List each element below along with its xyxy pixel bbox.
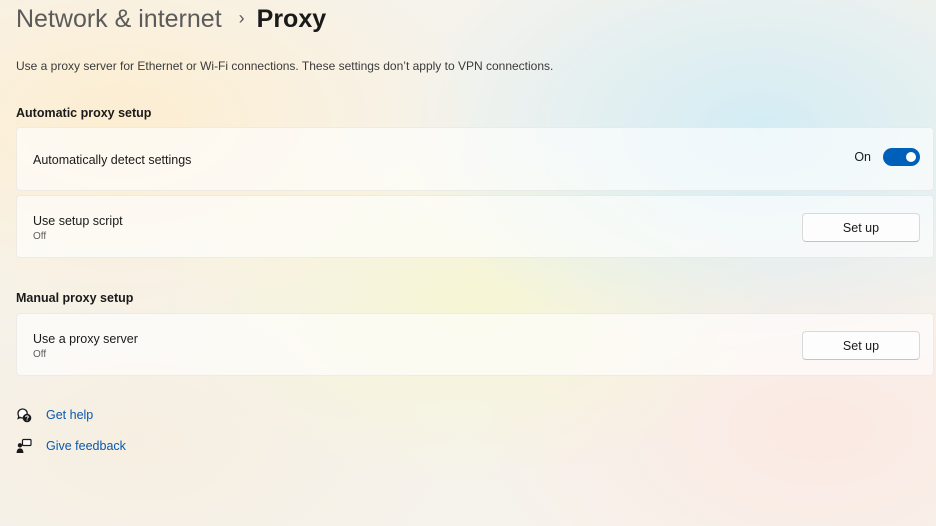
help-icon	[16, 407, 32, 423]
page-description: Use a proxy server for Ethernet or Wi-Fi…	[16, 59, 554, 73]
auto-detect-label: Automatically detect settings	[33, 153, 192, 167]
setup-script-status: Off	[33, 231, 47, 242]
toggle-state-label: On	[854, 150, 871, 164]
proxy-server-card: Use a proxy server Off Set up	[16, 313, 934, 376]
feedback-icon	[16, 438, 32, 454]
manual-proxy-section-title: Manual proxy setup	[16, 291, 134, 305]
proxy-server-setup-button[interactable]: Set up	[802, 331, 920, 360]
get-help-link[interactable]: Get help	[16, 407, 93, 423]
give-feedback-link[interactable]: Give feedback	[16, 438, 126, 454]
get-help-label: Get help	[46, 408, 94, 422]
auto-detect-settings-card: Automatically detect settings On	[16, 127, 934, 191]
setup-script-card: Use setup script Off Set up	[16, 195, 934, 258]
automatic-proxy-section-title: Automatic proxy setup	[16, 106, 152, 120]
auto-detect-toggle[interactable]	[883, 148, 920, 166]
give-feedback-label: Give feedback	[46, 439, 126, 453]
page-title: Proxy	[256, 5, 327, 33]
proxy-server-label: Use a proxy server	[33, 332, 138, 346]
auto-detect-toggle-group[interactable]: On	[854, 148, 920, 166]
setup-script-label: Use setup script	[33, 214, 123, 228]
toggle-knob	[906, 152, 916, 162]
breadcrumb-separator: ›	[238, 8, 245, 28]
setup-script-setup-button[interactable]: Set up	[802, 213, 920, 242]
breadcrumb-parent[interactable]: Network & internet	[16, 5, 222, 34]
breadcrumb: Network & internet › Proxy	[16, 5, 326, 34]
proxy-server-status: Off	[33, 349, 47, 360]
